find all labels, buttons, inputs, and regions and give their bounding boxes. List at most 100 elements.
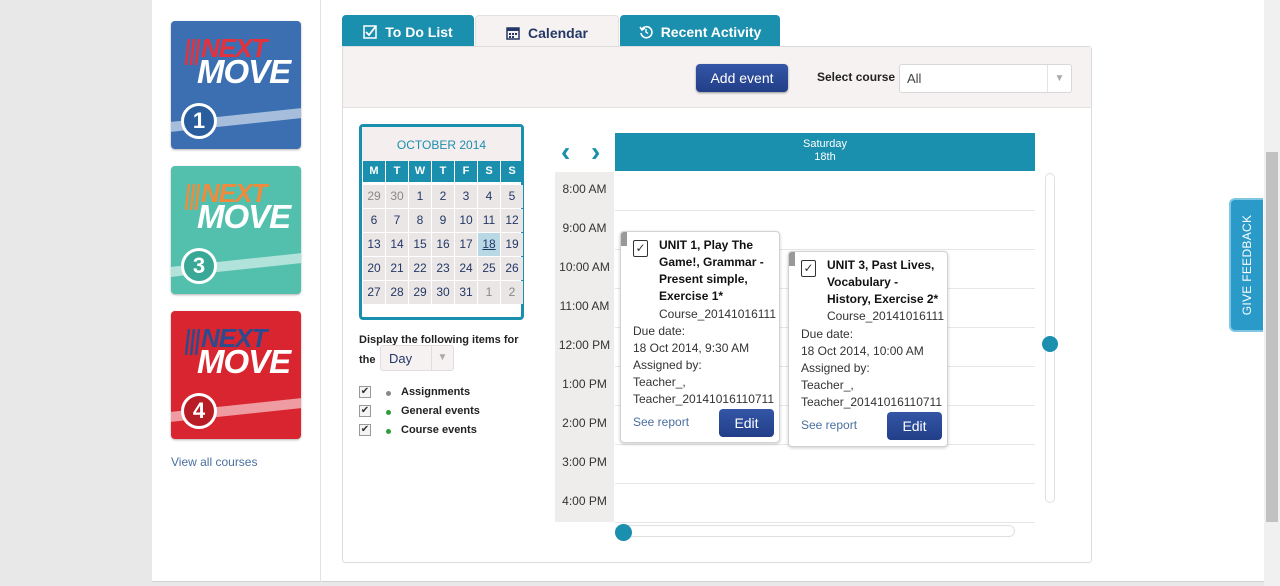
course-logo-bottom: MOVE [197,343,291,380]
mini-calendar-day[interactable]: 23 [432,257,454,280]
event-due-label: Due date: [801,327,854,341]
time-slot-label: 3:00 PM [562,455,607,469]
mini-calendar-day[interactable]: 20 [363,257,385,280]
event-card-1[interactable]: ✓ UNIT 1, Play The Game!, Grammar - Pres… [620,231,780,443]
tab-calendar[interactable]: Calendar [475,15,619,47]
mini-calendar-day[interactable]: 31 [455,281,477,304]
weekday-header: M [363,161,385,182]
weekday-header: T [432,161,454,182]
weekday-header: F [455,161,477,182]
mini-calendar-day[interactable]: 7 [386,209,408,232]
mini-calendar-day[interactable]: 2 [501,281,523,304]
see-report-link[interactable]: See report [633,415,689,429]
mini-calendar-day[interactable]: 2 [432,185,454,208]
weekday-header: S [478,161,500,182]
day-date: 18th [814,151,836,163]
mini-calendar-day[interactable]: 9 [432,209,454,232]
tab-todo-list[interactable]: To Do List [342,15,474,47]
page-scrollbar-thumb[interactable] [1266,152,1278,522]
mini-calendar-day[interactable]: 4 [478,185,500,208]
course-card-next-move-3[interactable]: NEXT MOVE 3 [171,166,301,294]
mini-calendar-day[interactable]: 3 [455,185,477,208]
course-select[interactable]: All ▼ [899,64,1072,93]
event-assigned-by-id: Teacher_20141016110711 [801,395,943,409]
mini-calendar-day[interactable]: 15 [409,233,431,256]
vertical-time-scroll-handle[interactable] [1042,336,1058,352]
dropdown-arrow-icon: ▼ [1047,65,1071,92]
mini-calendar-day[interactable]: 1 [409,185,431,208]
course-card-next-move-1[interactable]: NEXT MOVE 1 [171,21,301,149]
view-select[interactable]: Day ▼ [380,345,454,371]
assignments-bullet-icon [386,391,391,396]
course-level-badge: 1 [181,103,217,139]
horizontal-scroll-handle[interactable] [615,524,632,541]
edit-event-button[interactable]: Edit [719,409,774,437]
tab-label: To Do List [385,24,453,40]
mini-calendar-day[interactable]: 22 [409,257,431,280]
mini-calendar-day[interactable]: 17 [455,233,477,256]
see-report-link[interactable]: See report [801,418,857,432]
mini-calendar-day[interactable]: 29 [363,185,385,208]
mini-calendar-day[interactable]: 14 [386,233,408,256]
tab-label: Recent Activity [660,24,762,40]
mini-calendar-day[interactable]: 30 [386,185,408,208]
mini-calendar-day[interactable]: 10 [455,209,477,232]
legend-label: Assignments [401,386,471,398]
course-events-checkbox[interactable]: ✔ [359,424,371,436]
course-logo-bottom: MOVE [197,53,291,90]
time-slot-label: 9:00 AM [562,221,607,235]
give-feedback-label: GIVE FEEDBACK [1240,214,1254,316]
mini-calendar-day[interactable]: 11 [478,209,500,232]
mini-calendar-day[interactable]: 5 [501,185,523,208]
tab-recent-activity[interactable]: Recent Activity [620,15,780,47]
mini-calendar-day[interactable]: 24 [455,257,477,280]
event-due-date: 18 Oct 2014, 10:00 AM [801,344,924,358]
event-due-date: 18 Oct 2014, 9:30 AM [633,341,750,355]
tab-label: Calendar [528,25,588,41]
event-card-2[interactable]: ✓ UNIT 3, Past Lives, Vocabulary - Histo… [788,251,948,447]
event-course: Course_20141016111 [827,309,944,323]
hour-gridline [615,210,1035,211]
mini-calendar-day[interactable]: 19 [501,233,523,256]
assignments-checkbox[interactable]: ✔ [359,386,371,398]
time-slot-label: 8:00 AM [562,182,607,196]
add-event-button[interactable]: Add event [696,64,788,92]
event-title: UNIT 3, Past Lives, Vocabulary - History… [827,258,939,306]
mini-calendar-day[interactable]: 6 [363,209,385,232]
horizontal-scroll-track[interactable] [615,525,1015,537]
general-events-checkbox[interactable]: ✔ [359,405,371,417]
mini-calendar-day[interactable]: 12 [501,209,523,232]
view-all-courses-link[interactable]: View all courses [171,455,257,469]
next-day-arrow-icon[interactable]: › [591,138,600,166]
edit-event-button[interactable]: Edit [887,412,942,440]
mini-calendar-day[interactable]: 26 [501,257,523,280]
give-feedback-button[interactable]: GIVE FEEDBACK [1229,198,1263,332]
weekday-header: S [501,161,523,182]
mini-calendar-day[interactable]: 1 [478,281,500,304]
event-assigned-by: Teacher_, [801,378,854,392]
event-course: Course_20141016111 [659,307,776,321]
mini-calendar-day[interactable]: 25 [478,257,500,280]
mini-calendar-day[interactable]: 16 [432,233,454,256]
mini-calendar-day[interactable]: 28 [386,281,408,304]
previous-day-arrow-icon[interactable]: ‹ [561,138,570,166]
course-level-badge: 3 [181,248,217,284]
mini-calendar-month: OCTOBER 2014 [362,127,521,161]
course-events-bullet-icon [386,429,391,434]
mini-calendar-day[interactable]: 13 [363,233,385,256]
mini-calendar-day[interactable]: 29 [409,281,431,304]
time-slot-label: 4:00 PM [562,494,607,508]
general-events-bullet-icon [386,410,391,415]
mini-calendar-day[interactable]: 18 [478,233,500,256]
event-assigned-label: Assigned by: [633,358,702,372]
mini-calendar-day[interactable]: 8 [409,209,431,232]
time-slot-label: 12:00 PM [558,338,611,352]
mini-calendar-day[interactable]: 30 [432,281,454,304]
hour-gridline [615,483,1035,484]
course-card-next-move-4[interactable]: NEXT MOVE 4 [171,311,301,439]
legend-label: Course events [401,424,477,436]
mini-calendar-day[interactable]: 21 [386,257,408,280]
mini-calendar-day[interactable]: 27 [363,281,385,304]
time-column: 8:00 AM 9:00 AM 10:00 AM 11:00 AM 12:00 PM 1:… [555,172,614,522]
event-due-label: Due date: [633,324,686,338]
